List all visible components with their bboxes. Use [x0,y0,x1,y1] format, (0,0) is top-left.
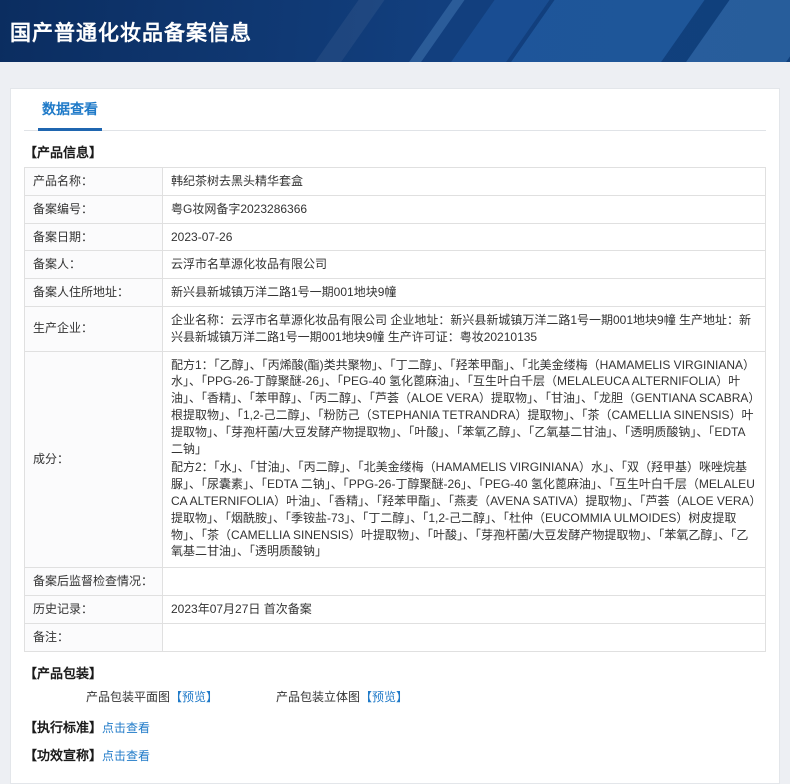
packaging-row: 产品包装平面图【预览】产品包装立体图【预览】 [24,688,766,705]
row-value-ingredients: 配方1：「乙醇」、「丙烯酸(酯)类共聚物」、「丁二醇」、「羟苯甲酯」、「北美金缕… [163,351,766,568]
table-row: 备案人： 云浮市名草源化妆品有限公司 [25,251,766,279]
table-row: 成分： 配方1：「乙醇」、「丙烯酸(酯)类共聚物」、「丁二醇」、「羟苯甲酯」、「… [25,351,766,568]
row-label-manufacturer: 生产企业： [25,306,163,351]
tab-data-view[interactable]: 数据查看 [38,99,102,130]
tab-data-view-label: 数据查看 [42,101,98,117]
efficacy-claim-row: 【功效宣称】点击查看 [24,745,766,764]
row-label-filer: 备案人： [25,251,163,279]
row-label-ingredients: 成分： [25,351,163,568]
packaging-stereo-label: 产品包装立体图 [276,690,360,704]
table-row: 备案人住所地址： 新兴县新城镇万洋二路1号一期001地块9幢 [25,279,766,307]
table-row: 历史记录： 2023年07月27日 首次备案 [25,595,766,623]
section-efficacy-claim: 【功效宣称】 [24,748,102,763]
ingredients-formula-2: 配方2：「水」、「甘油」、「丙二醇」、「北美金缕梅（HAMAMELIS VIRG… [171,459,757,560]
ingredients-formula-1: 配方1：「乙醇」、「丙烯酸(酯)类共聚物」、「丁二醇」、「羟苯甲酯」、「北美金缕… [171,357,757,458]
table-row: 备案编号： 粤G妆网备字2023286366 [25,195,766,223]
section-product-packaging: 【产品包装】 [24,663,766,682]
section-product-info: 【产品信息】 [24,142,766,161]
page-title: 国产普通化妆品备案信息 [0,0,790,47]
execution-standard-row: 【执行标准】点击查看 [24,717,766,736]
row-value-supervision [163,568,766,596]
table-row: 备注： [25,623,766,651]
row-value-product-name: 韩纪茶树去黑头精华套盒 [163,168,766,196]
row-label-filing-number: 备案编号： [25,195,163,223]
section-execution-standard: 【执行标准】 [24,720,102,735]
table-row: 备案日期： 2023-07-26 [25,223,766,251]
row-label-product-name: 产品名称： [25,168,163,196]
content-card: 数据查看 【产品信息】 产品名称： 韩纪茶树去黑头精华套盒 备案编号： 粤G妆网… [10,88,780,784]
table-row: 备案后监督检查情况： [25,568,766,596]
row-label-remarks: 备注： [25,623,163,651]
view-efficacy-link[interactable]: 点击查看 [102,749,150,763]
page-header: 国产普通化妆品备案信息 [0,0,790,62]
row-value-filer: 云浮市名草源化妆品有限公司 [163,251,766,279]
packaging-stereo-preview-link[interactable]: 【预览】 [360,690,408,704]
table-row: 生产企业： 企业名称：云浮市名草源化妆品有限公司 企业地址：新兴县新城镇万洋二路… [25,306,766,351]
row-label-history: 历史记录： [25,595,163,623]
row-value-filing-date: 2023-07-26 [163,223,766,251]
row-label-filing-date: 备案日期： [25,223,163,251]
packaging-flat-label: 产品包装平面图 [86,690,170,704]
row-label-supervision: 备案后监督检查情况： [25,568,163,596]
packaging-flat-preview-link[interactable]: 【预览】 [170,690,218,704]
row-value-filer-address: 新兴县新城镇万洋二路1号一期001地块9幢 [163,279,766,307]
row-value-history: 2023年07月27日 首次备案 [163,595,766,623]
product-info-table: 产品名称： 韩纪茶树去黑头精华套盒 备案编号： 粤G妆网备字2023286366… [24,167,766,652]
row-value-manufacturer: 企业名称：云浮市名草源化妆品有限公司 企业地址：新兴县新城镇万洋二路1号一期00… [163,306,766,351]
tab-bar: 数据查看 [24,89,766,131]
row-value-remarks [163,623,766,651]
table-row: 产品名称： 韩纪茶树去黑头精华套盒 [25,168,766,196]
row-label-filer-address: 备案人住所地址： [25,279,163,307]
view-standard-link[interactable]: 点击查看 [102,721,150,735]
row-value-filing-number: 粤G妆网备字2023286366 [163,195,766,223]
